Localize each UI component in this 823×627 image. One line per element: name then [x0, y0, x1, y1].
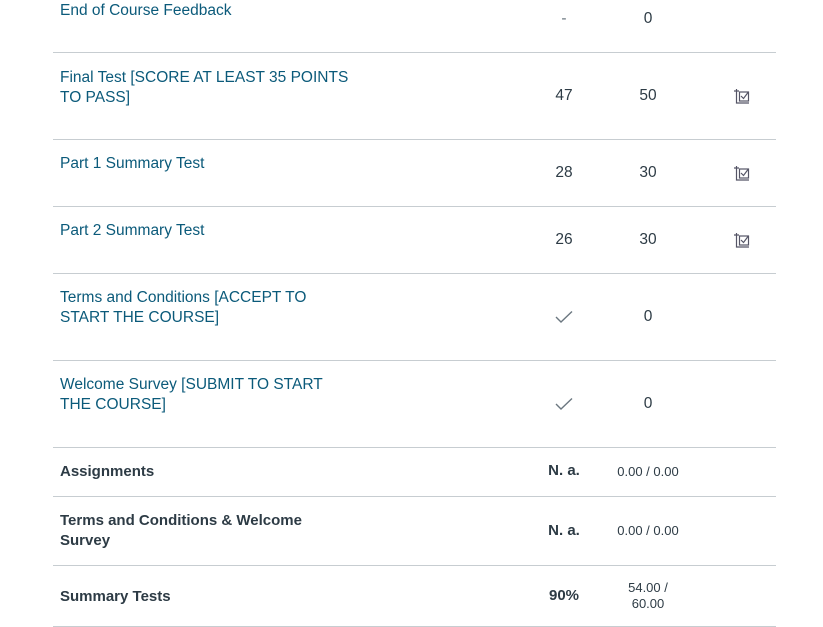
assignment-link-line: Final Test [SCORE AT LEAST 35 POINTS	[60, 69, 349, 86]
group-name: Terms and Conditions & Welcome Survey	[60, 511, 302, 551]
submission-icon[interactable]	[733, 88, 751, 104]
group-out-of: 0.00 / 0.00	[617, 523, 679, 538]
out-of-value: 0	[643, 395, 653, 412]
out-of-value: 30	[639, 231, 657, 248]
assignment-link-line: Terms and Conditions [ACCEPT TO	[60, 289, 307, 306]
table-row: Terms and Conditions [ACCEPT TO START TH…	[53, 273, 776, 361]
submission-icon[interactable]	[733, 165, 751, 181]
group-score: N. a.	[548, 522, 580, 539]
out-of-value: 0	[643, 10, 653, 27]
group-total-row: Assignments N. a. 0.00 / 0.00	[53, 447, 776, 497]
assignment-link[interactable]: End of Course Feedback	[60, 1, 231, 21]
table-row: Welcome Survey [SUBMIT TO START THE COUR…	[53, 360, 776, 448]
score-value: 26	[555, 231, 573, 248]
assignment-link[interactable]: Terms and Conditions [ACCEPT TO START TH…	[60, 288, 306, 328]
assignment-link-line: TO PASS]	[60, 89, 131, 106]
group-score: 90%	[548, 587, 580, 604]
group-name-line: Terms and Conditions & Welcome	[60, 512, 302, 529]
table-row: Final Test [SCORE AT LEAST 35 POINTS TO …	[53, 52, 776, 140]
group-score: N. a.	[548, 462, 580, 479]
group-name: Assignments	[60, 463, 155, 480]
group-out-of: 0.00 / 0.00	[617, 464, 679, 479]
checkmark-icon	[555, 397, 573, 410]
score-value: 28	[555, 164, 573, 181]
out-of-value: 50	[639, 87, 657, 104]
table-row: Part 2 Summary Test 26 30	[53, 206, 776, 274]
assignment-link-line: THE COURSE]	[60, 396, 166, 413]
table-row: End of Course Feedback - 0	[53, 0, 776, 53]
group-total-row: Summary Tests 90% 54.00 / 60.00	[53, 565, 776, 627]
score-value: -	[561, 10, 567, 27]
group-out-of: 54.00 / 60.00	[608, 580, 688, 612]
group-name: Summary Tests	[60, 588, 171, 605]
checkmark-icon	[555, 310, 573, 323]
score-value: 47	[555, 87, 573, 104]
assignment-link-line: Welcome Survey [SUBMIT TO START	[60, 376, 323, 393]
assignment-link[interactable]: Part 1 Summary Test	[60, 154, 204, 174]
out-of-value: 30	[639, 164, 657, 181]
table-row: Part 1 Summary Test 28 30	[53, 139, 776, 207]
assignment-link-line: START THE COURSE]	[60, 309, 220, 326]
submission-icon[interactable]	[733, 232, 751, 248]
assignment-link[interactable]: Welcome Survey [SUBMIT TO START THE COUR…	[60, 375, 323, 415]
assignment-link[interactable]: Part 2 Summary Test	[60, 221, 204, 241]
group-total-row: Terms and Conditions & Welcome Survey N.…	[53, 496, 776, 566]
group-out-of-line: 54.00 /	[628, 580, 668, 595]
group-name-line: Survey	[60, 532, 111, 549]
out-of-value: 0	[643, 308, 653, 325]
group-out-of-line: 60.00	[631, 596, 665, 611]
assignment-link[interactable]: Final Test [SCORE AT LEAST 35 POINTS TO …	[60, 68, 348, 108]
